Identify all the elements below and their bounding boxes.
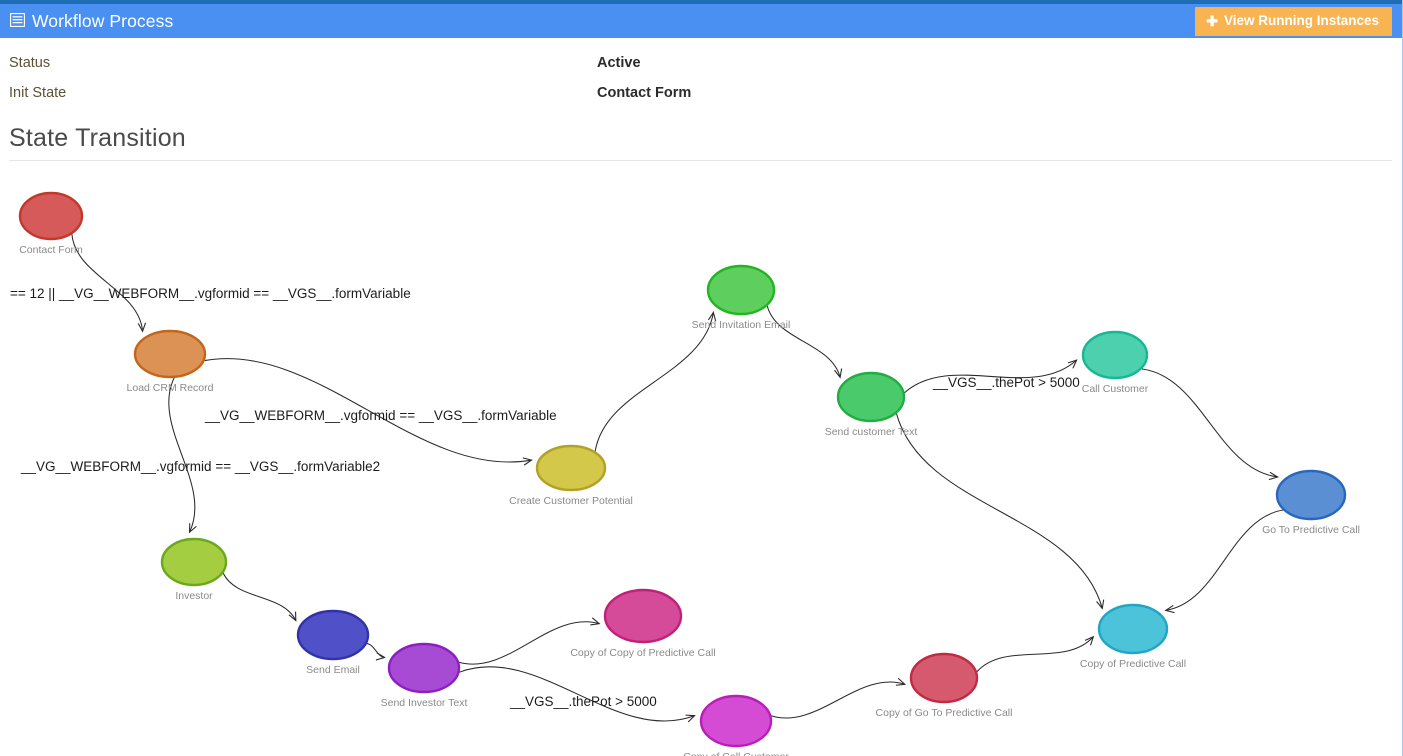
edge-arrowhead (835, 368, 842, 377)
node-label: Copy of Copy of Predictive Call (570, 647, 715, 659)
node-label: Go To Predictive Call (1262, 524, 1360, 536)
section-title: State Transition (9, 124, 186, 153)
diagram-node[interactable]: Go To Predictive Call (1262, 471, 1360, 536)
edge-arrowhead (590, 618, 599, 625)
meta-row-init-state: Init State Contact Form (0, 78, 1402, 108)
edge-arrowhead (376, 653, 385, 660)
init-state-label: Init State (0, 85, 597, 101)
section-divider (9, 160, 1392, 161)
node-label: Call Customer (1082, 383, 1149, 395)
node-label: Copy of Go To Predictive Call (876, 707, 1013, 719)
plus-icon: ✚ (1206, 14, 1218, 28)
node-ellipse[interactable] (20, 193, 82, 239)
node-ellipse[interactable] (605, 590, 681, 642)
diagram-node[interactable]: Investor (162, 539, 226, 602)
init-state-value: Contact Form (597, 85, 691, 101)
diagram-node[interactable]: Load CRM Record (127, 331, 214, 394)
diagram-node[interactable]: Create Customer Potential (509, 446, 633, 507)
diagram-node[interactable]: Copy of Predictive Call (1080, 605, 1186, 670)
node-label: Create Customer Potential (509, 495, 633, 507)
diagram-edge (977, 637, 1093, 672)
view-running-instances-button[interactable]: ✚ View Running Instances (1195, 7, 1392, 36)
node-label: Send customer Text (825, 426, 918, 438)
node-ellipse[interactable] (298, 611, 368, 659)
page-title: Workflow Process (32, 11, 173, 32)
panel-header: Workflow Process ✚ View Running Instance… (0, 0, 1402, 38)
node-label: Copy of Call Customer (683, 751, 789, 756)
node-ellipse[interactable] (701, 696, 771, 746)
edge-label: __VGS__.thePot > 5000 (932, 375, 1080, 390)
node-label: Send Investor Text (381, 697, 468, 709)
diagram-nodes: Contact Form Load CRM Record Investor Creat… (19, 193, 1360, 756)
workflow-process-page: Workflow Process ✚ View Running Instance… (0, 0, 1403, 756)
meta-row-status: Status Active (0, 48, 1402, 78)
node-ellipse[interactable] (1083, 332, 1147, 378)
edge-label: __VG__WEBFORM__.vgformid == __VGS__.form… (20, 459, 380, 474)
node-ellipse[interactable] (162, 539, 226, 585)
diagram-edge (1142, 369, 1278, 477)
node-label: Load CRM Record (127, 382, 214, 394)
diagram-edge (595, 312, 713, 451)
node-label: Copy of Predictive Call (1080, 658, 1186, 670)
node-ellipse[interactable] (838, 373, 904, 421)
node-ellipse[interactable] (389, 644, 459, 692)
edge-label: __VGS__.thePot > 5000 (509, 694, 657, 709)
edge-label: == 12 || __VG__WEBFORM__.vgformid == __V… (10, 286, 411, 301)
diagram-node[interactable]: Copy of Call Customer (683, 696, 789, 756)
node-ellipse[interactable] (911, 654, 977, 702)
diagram-node[interactable]: Send Invitation Email (692, 266, 791, 331)
node-label: Send Invitation Email (692, 319, 791, 331)
node-ellipse[interactable] (135, 331, 205, 377)
diagram-node[interactable]: Send Email (298, 611, 368, 676)
diagram-node[interactable]: Contact Form (19, 193, 83, 256)
diagram-edge (767, 306, 840, 377)
status-value: Active (597, 55, 641, 71)
node-ellipse[interactable] (708, 266, 774, 314)
workflow-meta: Status Active Init State Contact Form (0, 38, 1402, 108)
diagram-node[interactable]: Send customer Text (825, 373, 918, 438)
node-label: Contact Form (19, 244, 83, 256)
diagram-edge (223, 573, 296, 620)
edge-arrowhead (896, 678, 905, 685)
view-running-instances-label: View Running Instances (1224, 14, 1379, 28)
node-label: Investor (175, 590, 213, 602)
diagram-node[interactable]: Copy of Go To Predictive Call (876, 654, 1013, 719)
list-window-icon (10, 11, 25, 32)
page-title-group: Workflow Process (10, 11, 173, 32)
node-ellipse[interactable] (1277, 471, 1345, 519)
diagram-edge (169, 378, 195, 532)
status-label: Status (0, 55, 597, 71)
diagram-edge (896, 414, 1102, 609)
node-ellipse[interactable] (537, 446, 605, 490)
state-transition-diagram: == 12 || __VG__WEBFORM__.vgformid == __V… (0, 166, 1402, 756)
node-label: Send Email (306, 664, 360, 676)
edge-label: __VG__WEBFORM__.vgformid == __VGS__.form… (204, 408, 557, 423)
diagram-node[interactable]: Send Investor Text (381, 644, 468, 709)
node-ellipse[interactable] (1099, 605, 1167, 653)
diagram-node[interactable]: Call Customer (1082, 332, 1149, 395)
